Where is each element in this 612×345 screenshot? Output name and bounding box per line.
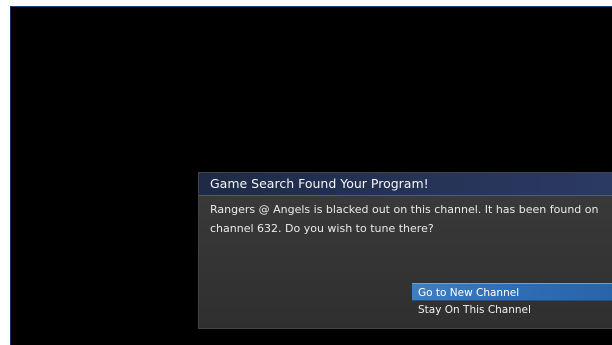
dialog-options-menu: Go to New Channel Stay On This Channel [412, 283, 612, 319]
dialog-title: Game Search Found Your Program! [210, 176, 429, 191]
game-search-dialog: Game Search Found Your Program! Rangers … [199, 173, 612, 328]
dialog-header: Game Search Found Your Program! [199, 173, 612, 196]
stay-on-this-channel-button[interactable]: Stay On This Channel [412, 301, 612, 319]
go-to-new-channel-button[interactable]: Go to New Channel [412, 283, 612, 301]
dialog-message: Rangers @ Angels is blacked out on this … [210, 203, 599, 235]
tv-frame: Game Search Found Your Program! Rangers … [0, 0, 612, 345]
